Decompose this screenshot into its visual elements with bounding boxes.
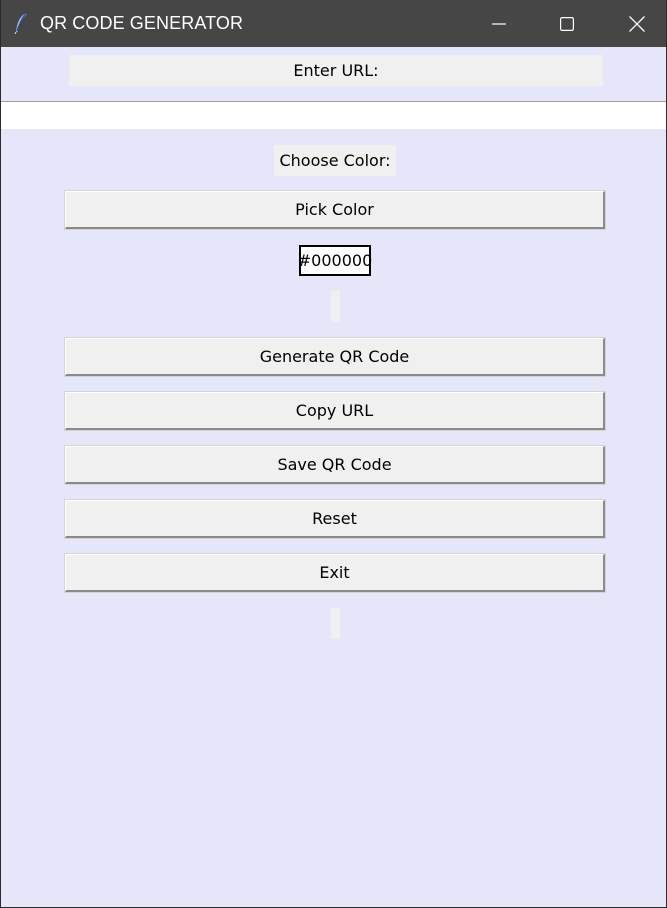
selected-color-value: #000000 — [298, 245, 372, 276]
url-label: Enter URL: — [69, 55, 603, 86]
window-title: QR CODE GENERATOR — [40, 13, 244, 33]
color-label: Choose Color: — [274, 145, 396, 176]
maximize-icon — [560, 16, 574, 31]
reset-button[interactable]: Reset — [64, 499, 606, 539]
save-qr-button[interactable]: Save QR Code — [64, 445, 606, 485]
qr-code-display — [331, 291, 340, 322]
exit-button[interactable]: Exit — [64, 553, 606, 593]
maximize-button[interactable] — [532, 0, 602, 47]
minimize-icon — [492, 17, 506, 31]
app-window: QR CODE GENERATOR Enter URL: Choose Colo… — [0, 0, 667, 908]
minimize-button[interactable] — [464, 0, 534, 47]
generate-qr-button[interactable]: Generate QR Code — [64, 337, 606, 377]
close-button[interactable] — [602, 0, 666, 47]
status-display — [331, 608, 340, 639]
feather-icon — [13, 12, 29, 35]
copy-url-button[interactable]: Copy URL — [64, 391, 606, 431]
pick-color-button[interactable]: Pick Color — [64, 190, 606, 230]
url-input[interactable] — [1, 101, 666, 129]
close-icon — [629, 15, 645, 32]
title-bar[interactable]: QR CODE GENERATOR — [1, 0, 666, 47]
